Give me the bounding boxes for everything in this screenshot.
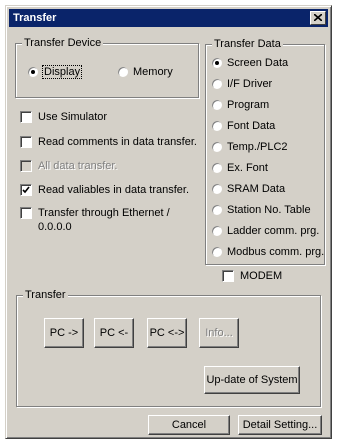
- radio-station-no-table[interactable]: Station No. Table: [211, 202, 321, 218]
- radio-screen-data[interactable]: Screen Data: [211, 55, 321, 71]
- modem-checkbox[interactable]: MODEM: [222, 269, 292, 283]
- cancel-button[interactable]: Cancel: [148, 415, 230, 435]
- title-bar: Transfer: [9, 9, 328, 27]
- transfer-data-group: Transfer Data Screen Data I/F Driver Pro…: [205, 37, 325, 265]
- pc-from-button[interactable]: PC <-: [94, 318, 134, 348]
- window-title: Transfer: [13, 12, 57, 24]
- radio-modbus-comm-prg[interactable]: Modbus comm. prg.: [211, 244, 324, 260]
- info-button[interactable]: Info...: [199, 318, 239, 348]
- radio-indicator: [117, 66, 129, 78]
- radio-display[interactable]: Display: [27, 64, 97, 80]
- pc-both-button[interactable]: PC <->: [147, 318, 187, 348]
- read-variables-checkbox[interactable]: Read valiables in data transfer.: [20, 183, 195, 197]
- ethernet-checkbox[interactable]: Transfer through Ethernet / 0.0.0.0: [20, 206, 195, 234]
- read-comments-checkbox[interactable]: Read comments in data transfer.: [20, 135, 197, 149]
- radio-ex-font[interactable]: Ex. Font: [211, 160, 321, 176]
- transfer-dialog: Transfer Transfer Device Display Memory …: [5, 5, 332, 439]
- transfer-device-legend: Transfer Device: [22, 36, 104, 50]
- transfer-legend: Transfer: [23, 288, 68, 302]
- checkmark-icon: [22, 186, 30, 194]
- radio-display-label: Display: [41, 65, 83, 79]
- transfer-device-group: Transfer Device Display Memory: [15, 36, 199, 98]
- ethernet-label: Transfer through Ethernet /: [38, 207, 170, 219]
- close-button[interactable]: [310, 11, 326, 25]
- radio-memory-label: Memory: [133, 66, 173, 78]
- close-icon: [314, 14, 322, 21]
- update-system-button[interactable]: Up-date of System: [204, 366, 300, 394]
- radio-memory[interactable]: Memory: [117, 64, 187, 80]
- radio-indicator: [27, 66, 39, 78]
- transfer-data-legend: Transfer Data: [212, 37, 283, 51]
- pc-to-button[interactable]: PC ->: [44, 318, 84, 348]
- radio-temp-plc2[interactable]: Temp./PLC2: [211, 139, 321, 155]
- ethernet-address: 0.0.0.0: [38, 221, 72, 233]
- radio-ladder-comm-prg[interactable]: Ladder comm. prg.: [211, 223, 321, 239]
- radio-font-data[interactable]: Font Data: [211, 118, 321, 134]
- radio-if-driver[interactable]: I/F Driver: [211, 76, 321, 92]
- transfer-group: Transfer PC -> PC <- PC <-> Info... Up-d…: [16, 288, 321, 407]
- all-data-transfer-checkbox[interactable]: All data transfer.: [20, 159, 190, 173]
- use-simulator-checkbox[interactable]: Use Simulator: [20, 110, 190, 124]
- radio-program[interactable]: Program: [211, 97, 321, 113]
- detail-setting-button[interactable]: Detail Setting...: [238, 415, 322, 435]
- radio-sram-data[interactable]: SRAM Data: [211, 181, 321, 197]
